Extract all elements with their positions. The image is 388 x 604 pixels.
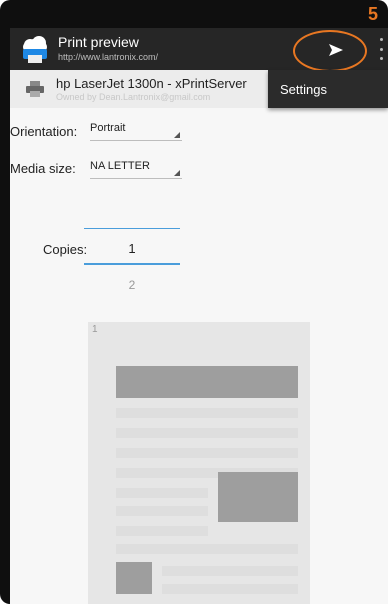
preview-text-line xyxy=(116,526,208,536)
preview-text-line xyxy=(116,448,298,458)
preview-image-block xyxy=(116,562,152,594)
app-title: Print preview xyxy=(58,34,139,50)
media-size-dropdown[interactable]: NA LETTER xyxy=(90,160,182,179)
page-number: 1 xyxy=(92,324,98,335)
page-count: 2 xyxy=(128,278,136,292)
step-marker: 5 xyxy=(367,4,378,24)
send-highlight-circle xyxy=(293,30,367,72)
overflow-menu-button[interactable] xyxy=(378,38,384,60)
preview-text-line xyxy=(116,544,298,554)
copies-value: 1 xyxy=(128,241,136,256)
orientation-dropdown[interactable]: Portrait xyxy=(90,122,182,141)
print-options-panel: hp LaserJet 1300n - xPrintServer Owned b… xyxy=(10,70,388,604)
preview-text-line xyxy=(116,488,208,498)
media-size-value: NA LETTER xyxy=(90,160,150,172)
preview-text-line xyxy=(116,408,298,418)
preview-text-line xyxy=(116,428,298,438)
orientation-value: Portrait xyxy=(90,122,126,134)
preview-text-line xyxy=(116,506,208,516)
copies-input[interactable]: 1 xyxy=(84,228,180,265)
printer-icon xyxy=(26,81,44,97)
overflow-dot xyxy=(379,57,383,60)
preview-heading-block xyxy=(116,366,298,398)
printer-owner: Owned by Dean.Lantronix@gmail.com xyxy=(56,92,211,102)
copies-label: Copies: xyxy=(43,242,88,257)
media-size-label: Media size: xyxy=(10,161,76,176)
dropdown-arrow-icon xyxy=(174,170,180,176)
settings-label: Settings xyxy=(280,82,327,97)
dropdown-arrow-icon xyxy=(174,132,180,138)
preview-text-line xyxy=(162,584,298,594)
orientation-label: Orientation: xyxy=(10,124,78,139)
preview-text-line xyxy=(162,566,298,576)
printer-name: hp LaserJet 1300n - xPrintServer xyxy=(56,76,247,91)
page-preview[interactable]: 1 xyxy=(88,322,310,604)
preview-image-block xyxy=(218,472,298,522)
overflow-dot xyxy=(379,38,383,41)
overflow-dot xyxy=(379,47,383,51)
app-subtitle: http://www.lantronix.com/ xyxy=(58,52,159,62)
cloud-printer-icon xyxy=(23,36,47,63)
settings-menu-item[interactable]: Settings xyxy=(268,70,388,108)
